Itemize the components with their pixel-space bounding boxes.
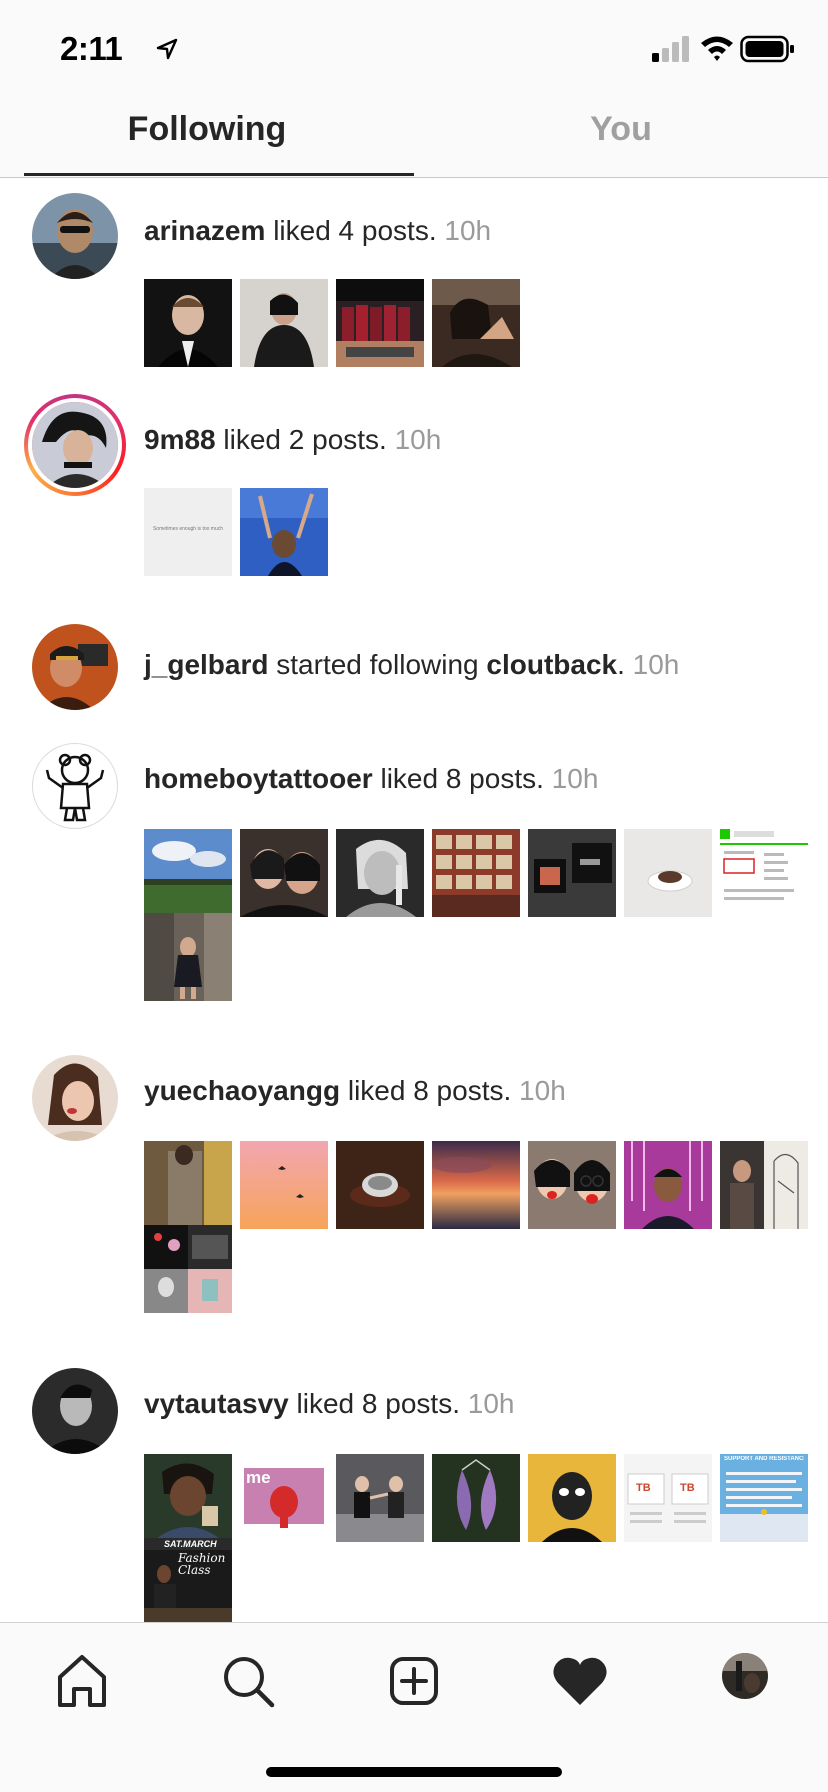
post-thumbnail[interactable] xyxy=(144,1454,232,1542)
activity-time: 10h xyxy=(551,763,599,794)
post-thumbnail[interactable] xyxy=(144,1141,232,1229)
activity-feed[interactable]: arinazem liked 4 posts. 10h 9m88 liked 2… xyxy=(0,178,828,1622)
tab-following[interactable]: Following xyxy=(0,110,414,149)
activity-text: vytautasvy liked 8 posts. 10h xyxy=(144,1388,514,1420)
activity-action: liked 8 posts. xyxy=(347,1075,512,1106)
post-thumbnail[interactable] xyxy=(336,829,424,917)
activity-text: homeboytattooer liked 8 posts. 10h xyxy=(144,763,598,795)
activity-action: started following xyxy=(276,649,479,680)
post-thumbnail[interactable] xyxy=(432,1141,520,1229)
post-thumbnail[interactable] xyxy=(528,829,616,917)
quote-post-text: Sometimes enough is too much xyxy=(152,526,224,532)
location-arrow-icon xyxy=(156,38,178,60)
fashion-class-text: Fashion Class xyxy=(178,1551,226,1577)
activity-time: 10h xyxy=(467,1388,515,1419)
avatar-9m88[interactable] xyxy=(24,394,126,496)
activity-text: 9m88 liked 2 posts. 10h xyxy=(144,424,441,456)
post-thumbnail[interactable]: SUPPORT AND RESISTANCE xyxy=(720,1454,808,1542)
active-tab-indicator xyxy=(24,173,414,176)
post-thumbnail[interactable] xyxy=(144,829,232,917)
post-thumbnail[interactable] xyxy=(240,279,328,367)
activity-username[interactable]: j_gelbard xyxy=(144,649,268,680)
me-post-text: me xyxy=(246,1468,271,1487)
post-thumbnail[interactable] xyxy=(432,829,520,917)
post-thumbnail[interactable] xyxy=(720,1141,808,1229)
profile-avatar[interactable] xyxy=(722,1653,768,1699)
activity-target-suffix: . xyxy=(617,649,625,680)
wifi-icon xyxy=(701,36,733,61)
activity-tabs: Following You xyxy=(0,96,828,178)
avatar-arinazem[interactable] xyxy=(32,193,118,279)
avatar-yuechaoyangg[interactable] xyxy=(32,1055,118,1141)
bottom-tab-bar xyxy=(0,1622,828,1792)
post-thumbnail[interactable]: TB TB xyxy=(624,1454,712,1542)
activity-time: 10h xyxy=(444,215,492,246)
post-thumbnail[interactable] xyxy=(720,829,808,917)
activity-text: yuechaoyangg liked 8 posts. 10h xyxy=(144,1075,566,1107)
post-thumbnail[interactable] xyxy=(624,1141,712,1229)
activity-heart-icon[interactable] xyxy=(550,1651,610,1711)
activity-target-username[interactable]: cloutback xyxy=(486,649,617,680)
home-indicator xyxy=(266,1767,562,1777)
post-thumbnail[interactable] xyxy=(240,829,328,917)
avatar-homeboytattooer[interactable] xyxy=(32,743,118,829)
sign-post-text: SUPPORT AND RESISTANCE xyxy=(724,1456,804,1462)
activity-action: liked 8 posts. xyxy=(296,1388,460,1419)
cellular-signal-icon xyxy=(652,36,689,62)
tb-post-text-right: TB xyxy=(680,1482,695,1494)
post-thumbnail[interactable] xyxy=(624,829,712,917)
activity-time: 10h xyxy=(519,1075,566,1106)
avatar-vytautasvy[interactable] xyxy=(32,1368,118,1454)
post-thumbnail[interactable] xyxy=(240,1141,328,1229)
activity-action: liked 2 posts. xyxy=(223,424,387,455)
post-thumbnail[interactable] xyxy=(144,1225,232,1313)
sat-march-text: SAT.MARCH xyxy=(164,1539,217,1549)
activity-text: j_gelbard started following cloutback. 1… xyxy=(144,649,679,681)
post-thumbnail[interactable]: SAT.MARCH Fashion Class xyxy=(144,1538,232,1622)
activity-username[interactable]: arinazem xyxy=(144,215,265,246)
post-thumbnail[interactable] xyxy=(336,1141,424,1229)
post-thumbnail[interactable] xyxy=(432,1454,520,1542)
post-thumbnail[interactable] xyxy=(432,279,520,367)
status-time: 2:11 xyxy=(60,30,123,67)
battery-icon xyxy=(740,35,794,63)
post-thumbnail[interactable] xyxy=(336,1454,424,1542)
tab-you[interactable]: You xyxy=(414,110,828,149)
post-thumbnail[interactable] xyxy=(528,1454,616,1542)
post-thumbnail[interactable] xyxy=(240,488,328,576)
post-thumbnail[interactable] xyxy=(528,1141,616,1229)
tb-post-text-left: TB xyxy=(636,1482,651,1494)
status-bar: 2:11 xyxy=(0,0,828,96)
home-icon[interactable] xyxy=(52,1651,112,1711)
activity-time: 10h xyxy=(632,649,680,680)
activity-time: 10h xyxy=(394,424,442,455)
post-thumbnail[interactable]: me xyxy=(240,1454,328,1542)
activity-text: arinazem liked 4 posts. 10h xyxy=(144,215,491,247)
search-icon[interactable] xyxy=(218,1651,278,1711)
activity-username[interactable]: 9m88 xyxy=(144,424,216,455)
activity-username[interactable]: yuechaoyangg xyxy=(144,1075,340,1106)
post-thumbnail[interactable] xyxy=(336,279,424,367)
activity-username[interactable]: homeboytattooer xyxy=(144,763,373,794)
activity-action: liked 4 posts. xyxy=(273,215,437,246)
activity-username[interactable]: vytautasvy xyxy=(144,1388,289,1419)
post-thumbnail[interactable] xyxy=(144,279,232,367)
activity-action: liked 8 posts. xyxy=(380,763,544,794)
avatar-j_gelbard[interactable] xyxy=(32,624,118,710)
post-thumbnail[interactable] xyxy=(144,913,232,1001)
post-thumbnail[interactable]: Sometimes enough is too much xyxy=(144,488,232,576)
new-post-icon[interactable] xyxy=(384,1651,444,1711)
